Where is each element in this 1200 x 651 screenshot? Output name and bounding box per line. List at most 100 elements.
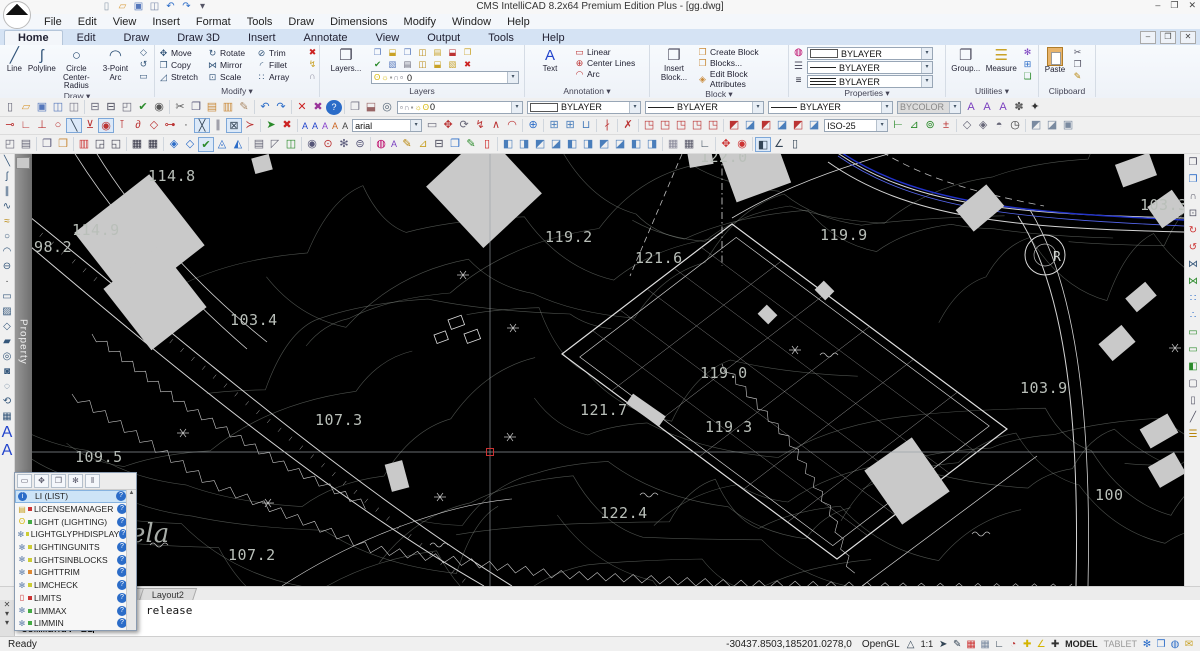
text-scale[interactable]: 1:1 xyxy=(918,639,937,649)
lg-3-icon[interactable]: ❒ xyxy=(401,47,414,57)
snap-center-icon[interactable]: ○ xyxy=(50,118,66,133)
time-icon[interactable]: ◷ xyxy=(1007,118,1023,133)
array-path-m-icon[interactable]: ∴ xyxy=(1186,307,1200,324)
combo-arrow-icon[interactable]: ▾ xyxy=(921,76,932,87)
snap-off-icon[interactable]: ≻ xyxy=(242,118,258,133)
layer-combo-toolbar[interactable]: ▫∩▪☼ʘ0▾ xyxy=(397,101,523,114)
cube-9-icon[interactable]: ◧ xyxy=(628,137,644,152)
line-icon[interactable]: ╲ xyxy=(1,154,14,169)
copy-blue-icon[interactable]: ❐ xyxy=(447,137,463,152)
ribbon-button-3-point-arc[interactable]: ◠3-Point Arc xyxy=(97,47,134,82)
color-wheel-icon[interactable]: ◍ xyxy=(792,47,805,59)
cell-c-icon[interactable]: ⊔ xyxy=(578,118,594,133)
menu-file[interactable]: File xyxy=(36,16,70,28)
hatch-icon[interactable]: ▨ xyxy=(1,304,14,319)
tile-windows-icon[interactable]: ❒ xyxy=(1154,638,1168,651)
ribbon-button-create-block[interactable]: ❐Create Block xyxy=(697,47,785,57)
layout-b-icon[interactable]: ◈ xyxy=(975,118,991,133)
qat-save-icon[interactable]: ▣ xyxy=(132,1,145,13)
lwt-icon[interactable]: ✚ xyxy=(1048,638,1062,651)
paste-special-icon[interactable]: ▥ xyxy=(220,100,236,115)
box-m-icon[interactable]: ▢ xyxy=(1186,375,1200,392)
popup-scrollbar[interactable]: ▲ xyxy=(126,490,136,630)
layer-states-icon[interactable]: ⬓ xyxy=(363,100,379,115)
ribbon-tab-output[interactable]: Output xyxy=(413,30,474,45)
sun-icon[interactable]: ☼ xyxy=(414,103,421,112)
lineweight-combo[interactable]: BYLAYER▾ xyxy=(807,75,933,88)
ribbon-button-arc[interactable]: ◠Arc xyxy=(574,69,646,79)
layers-3-icon[interactable]: ⊜ xyxy=(352,137,368,152)
polar-icon[interactable]: ◔ xyxy=(1006,638,1020,651)
rect-green-1-icon[interactable]: ▭ xyxy=(1186,324,1200,341)
lg-1-icon[interactable]: ❐ xyxy=(371,47,384,57)
esnap-icon[interactable]: ✚ xyxy=(1020,638,1034,651)
cube-8-icon[interactable]: ◪ xyxy=(612,137,628,152)
ribbon-button-blocks-[interactable]: ❒Blocks... xyxy=(697,58,785,68)
printstyle-combo-toolbar[interactable]: BYCOLOR▾ xyxy=(897,101,961,114)
dim-angular-icon[interactable]: ⊿ xyxy=(906,118,922,133)
marker-1-icon[interactable]: ◳ xyxy=(641,118,657,133)
text-style-4[interactable]: A xyxy=(330,121,340,131)
text-big[interactable]: A xyxy=(2,424,13,442)
link-icon[interactable]: ❐ xyxy=(39,137,55,152)
viewport-a-icon[interactable]: ◧ xyxy=(755,137,771,152)
minimize-button[interactable]: – xyxy=(1155,0,1160,11)
dim-radius-icon[interactable]: ⊚ xyxy=(922,118,938,133)
cube-2-icon[interactable]: ◨ xyxy=(516,137,532,152)
qat-new-icon[interactable]: ▯ xyxy=(100,1,113,13)
layer-combo[interactable]: ʘ☼▪∩▫0▾ xyxy=(371,71,519,84)
print-2-icon[interactable]: ⊟ xyxy=(431,137,447,152)
array-m-icon[interactable]: ∷ xyxy=(1186,290,1200,307)
save-as-icon[interactable]: ◫ xyxy=(50,100,66,115)
ribbon-button-copy[interactable]: ❐Copy xyxy=(158,59,205,71)
redline-icon[interactable]: ▥ xyxy=(76,137,92,152)
menu-format[interactable]: Format xyxy=(188,16,239,28)
flag-1-icon[interactable]: ◩ xyxy=(726,118,742,133)
ribbon-button-layers-[interactable]: ❐Layers... xyxy=(323,47,369,74)
ucs-c-icon[interactable]: ▣ xyxy=(1060,118,1076,133)
qat-more-icon[interactable]: ▾ xyxy=(196,1,209,13)
dim-rotate-icon[interactable]: ⟳ xyxy=(456,118,472,133)
orbit-d-icon[interactable]: ◭ xyxy=(230,137,246,152)
move-red-icon[interactable]: ✥ xyxy=(718,137,734,152)
paste-icon[interactable]: ▤ xyxy=(204,100,220,115)
doc-red-icon[interactable]: ▯ xyxy=(479,137,495,152)
ribbon-button-measure[interactable]: ☰Measure xyxy=(985,47,1019,74)
text-purple[interactable]: A xyxy=(389,139,399,149)
menu-draw[interactable]: Draw xyxy=(280,16,322,28)
combo-arrow-icon[interactable]: ▾ xyxy=(507,72,518,83)
popup-window-icon[interactable]: ▭ xyxy=(17,474,32,488)
ortho-a-icon[interactable]: ∟ xyxy=(697,137,713,152)
camera-a-icon[interactable]: ▦ xyxy=(129,137,145,152)
ribbon-tab-help[interactable]: Help xyxy=(528,30,579,45)
lg-6-icon[interactable]: ⬓ xyxy=(446,47,459,57)
dimstyle-combo[interactable]: ISO-25▾ xyxy=(824,119,888,132)
popup-item-lightglyphdisplay[interactable]: ✻LIGHTGLYPHDISPLAY? xyxy=(15,528,127,541)
snap-quadrant-icon[interactable]: ∂ xyxy=(130,118,146,133)
rectangle-icon[interactable]: ▭ xyxy=(136,71,151,82)
marker-4-icon[interactable]: ◳ xyxy=(689,118,705,133)
ribbon-button-text[interactable]: AText xyxy=(528,47,572,74)
viewport-b-icon[interactable]: ∠ xyxy=(771,137,787,152)
ribbon-button-trim[interactable]: ⊘Trim xyxy=(256,47,303,59)
ribbon-group-label[interactable]: Clipboard xyxy=(1039,86,1095,97)
popup-item-limits[interactable]: ▯LIMITS? xyxy=(15,592,127,605)
text-style-2[interactable]: A xyxy=(310,121,320,131)
popup-item-li-list-[interactable]: iLI (LIST)? xyxy=(15,490,127,503)
flag-6-icon[interactable]: ◪ xyxy=(806,118,822,133)
text-tablet[interactable]: TABLET xyxy=(1101,639,1140,649)
app-logo-icon[interactable] xyxy=(3,1,31,29)
ribbon-tab-view[interactable]: View xyxy=(362,30,414,45)
explode-icon[interactable]: ↯ xyxy=(305,59,320,70)
camera-b-icon[interactable]: ▦ xyxy=(145,137,161,152)
grid-icon[interactable]: ▦ xyxy=(978,638,992,651)
zoom-center-icon[interactable]: ⊕ xyxy=(525,118,541,133)
redo-icon[interactable]: ↷ xyxy=(273,100,289,115)
settings-gear-icon[interactable]: ✻ xyxy=(1140,638,1154,651)
globe-icon[interactable]: ◍ xyxy=(1168,638,1182,651)
extract-icon[interactable]: ❏ xyxy=(1020,71,1035,82)
flag-2-icon[interactable]: ◪ xyxy=(742,118,758,133)
text-style-5[interactable]: A xyxy=(340,121,350,131)
ribbon-button-polyline[interactable]: ʃPolyline xyxy=(28,47,56,74)
stop-icon[interactable]: ✖ xyxy=(279,118,295,133)
